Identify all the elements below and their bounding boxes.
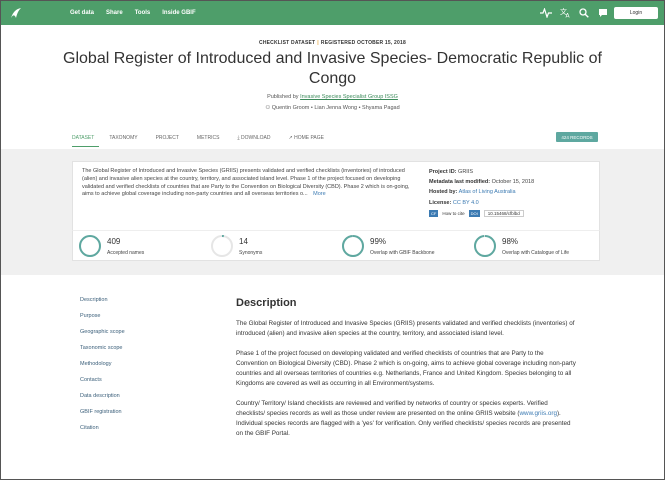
published-by-prefix: Published by <box>267 94 299 100</box>
gbif-overlap-ring <box>342 235 364 257</box>
stat-value: 14 <box>239 237 248 246</box>
nav-link-share[interactable]: Share <box>106 10 123 16</box>
metadata-value: October 15, 2018 <box>491 179 535 186</box>
hosted-row: Hosted by: Atlas of Living Australia <box>429 189 594 195</box>
project-id-value: GRIIS <box>458 169 474 175</box>
stat-value: 99% <box>370 237 387 246</box>
stat-value: 98% <box>502 237 519 246</box>
more-link[interactable]: More <box>313 191 326 197</box>
nav-link-get-data[interactable]: Get data <box>70 10 94 16</box>
section-nav-geographic-scope[interactable]: Geographic scope <box>80 329 170 345</box>
people-icon: ⚇ <box>265 105 271 111</box>
tab-download[interactable]: ⤓ DOWNLOAD <box>237 133 280 147</box>
records-badge[interactable]: 424 RECORDS <box>556 132 598 142</box>
stat-value: 409 <box>107 237 121 246</box>
gbif-logo-icon[interactable] <box>9 6 23 20</box>
nav-links: Get data Share Tools Inside GBIF <box>70 1 196 25</box>
col-overlap-ring <box>474 235 496 257</box>
accepted-names-ring <box>79 235 101 257</box>
page-title: Global Register of Introduced and Invasi… <box>63 50 602 87</box>
stats-bar: 409 Accepted names 14 Synonyms 99% Overl… <box>72 230 600 261</box>
stat-label: Overlap with GBIF Backbone <box>370 250 435 256</box>
section-nav-contacts[interactable]: Contacts <box>80 377 170 393</box>
license-label: License: <box>429 199 452 206</box>
summary-details: Project ID: GRIIS Metadata last modified… <box>429 169 594 217</box>
published-by: Published by Invasive Species Specialist… <box>1 94 664 100</box>
summary-description: The Global Register of Introduced and In… <box>82 168 418 199</box>
page-frame: Get data Share Tools Inside GBIF 文A Logi… <box>0 0 665 480</box>
registered-date: REGISTERED OCTOBER 15, 2018 <box>320 40 406 46</box>
stat-label: Accepted names <box>107 250 145 256</box>
how-to-cite-link[interactable]: How to cite <box>442 211 464 216</box>
feedback-icon[interactable] <box>597 6 609 19</box>
author-list[interactable]: Quentin Groom • Lian Jenna Wong • Shyama… <box>272 105 400 111</box>
tab-dataset[interactable]: DATASET <box>72 133 100 147</box>
authors: ⚇ Quentin Groom • Lian Jenna Wong • Shya… <box>1 105 664 111</box>
section-title: Description <box>236 297 297 309</box>
svg-text:A: A <box>565 13 570 19</box>
tab-download-label: DOWNLOAD <box>241 135 271 141</box>
translate-icon[interactable]: 文A <box>559 6 571 19</box>
tab-metrics[interactable]: METRICS <box>197 133 230 147</box>
dataset-meta: CHECKLIST DATASET | REGISTERED OCTOBER 15,… <box>259 40 406 46</box>
metadata-row: Metadata last modified: October 15, 2018 <box>429 179 594 185</box>
section-nav-gbif-registration[interactable]: GBIF registration <box>80 409 170 425</box>
section-nav-citation[interactable]: Citation <box>80 425 170 441</box>
tab-home-page-label: HOME PAGE <box>294 135 324 141</box>
dataset-header: CHECKLIST DATASET | REGISTERED OCTOBER 15,… <box>1 25 664 149</box>
download-icon: ⤓ <box>237 135 240 141</box>
login-button[interactable]: Login <box>614 7 658 19</box>
stat-label: Overlap with Catalogue of Life <box>502 250 569 256</box>
hosted-link[interactable]: Atlas of Living Australia <box>459 189 516 195</box>
description-paragraph-1: The Global Register of Introduced and In… <box>236 320 575 337</box>
license-row: License: CC BY 4.0 <box>429 200 594 206</box>
section-nav-data-description[interactable]: Data description <box>80 393 170 409</box>
cite-row: CF How to cite DOI 10.15468/cfblbd <box>429 209 594 217</box>
project-id-row: Project ID: GRIIS <box>429 169 594 175</box>
dataset-type: CHECKLIST DATASET <box>259 40 316 46</box>
nav-link-inside-gbif[interactable]: Inside GBIF <box>162 10 195 16</box>
section-nav-purpose[interactable]: Purpose <box>80 313 170 329</box>
description-section: Description The Global Register of Intro… <box>236 297 576 449</box>
griis-link[interactable]: www.griis.org <box>520 410 557 417</box>
doi-label: DOI <box>468 209 480 217</box>
doi-value[interactable]: 10.15468/cfblbd <box>483 209 524 217</box>
description-paragraph-3: Country/ Territory/ Island checklists ar… <box>236 399 576 439</box>
synonyms-ring <box>211 235 233 257</box>
paragraph-3-text-a: Country/ Territory/ Island checklists ar… <box>236 400 548 417</box>
dataset-tabs: DATASET TAXONOMY PROJECT METRICS ⤓ DOWNL… <box>72 133 342 149</box>
nav-link-tools[interactable]: Tools <box>135 10 151 16</box>
publisher-link[interactable]: Invasive Species Specialist Group ISSG <box>300 94 398 100</box>
summary-description-text: The Global Register of Introduced and In… <box>82 168 410 198</box>
tab-home-page[interactable]: ↗ HOME PAGE <box>288 133 334 147</box>
activity-icon[interactable] <box>540 6 552 19</box>
tab-taxonomy[interactable]: TAXONOMY <box>109 133 147 147</box>
metadata-label: Metadata last modified: <box>429 179 491 186</box>
description-paragraph-2: Phase 1 of the project focused on develo… <box>236 350 576 387</box>
section-nav-description[interactable]: Description <box>80 297 170 313</box>
search-icon[interactable] <box>578 6 590 19</box>
project-id-label: Project ID: <box>429 169 457 175</box>
top-navbar: Get data Share Tools Inside GBIF 文A Logi… <box>1 1 664 25</box>
license-link[interactable]: CC BY 4.0 <box>453 200 479 206</box>
section-nav-methodology[interactable]: Methodology <box>80 361 170 377</box>
section-nav-taxonomic-scope[interactable]: Taxonomic scope <box>80 345 170 361</box>
tab-project[interactable]: PROJECT <box>156 133 189 147</box>
cite-icon: CF <box>429 209 439 217</box>
stat-label: Synonyms <box>239 250 263 256</box>
section-nav: Description Purpose Geographic scope Tax… <box>80 297 170 441</box>
hosted-label: Hosted by: <box>429 189 458 196</box>
external-link-icon: ↗ <box>288 135 293 141</box>
